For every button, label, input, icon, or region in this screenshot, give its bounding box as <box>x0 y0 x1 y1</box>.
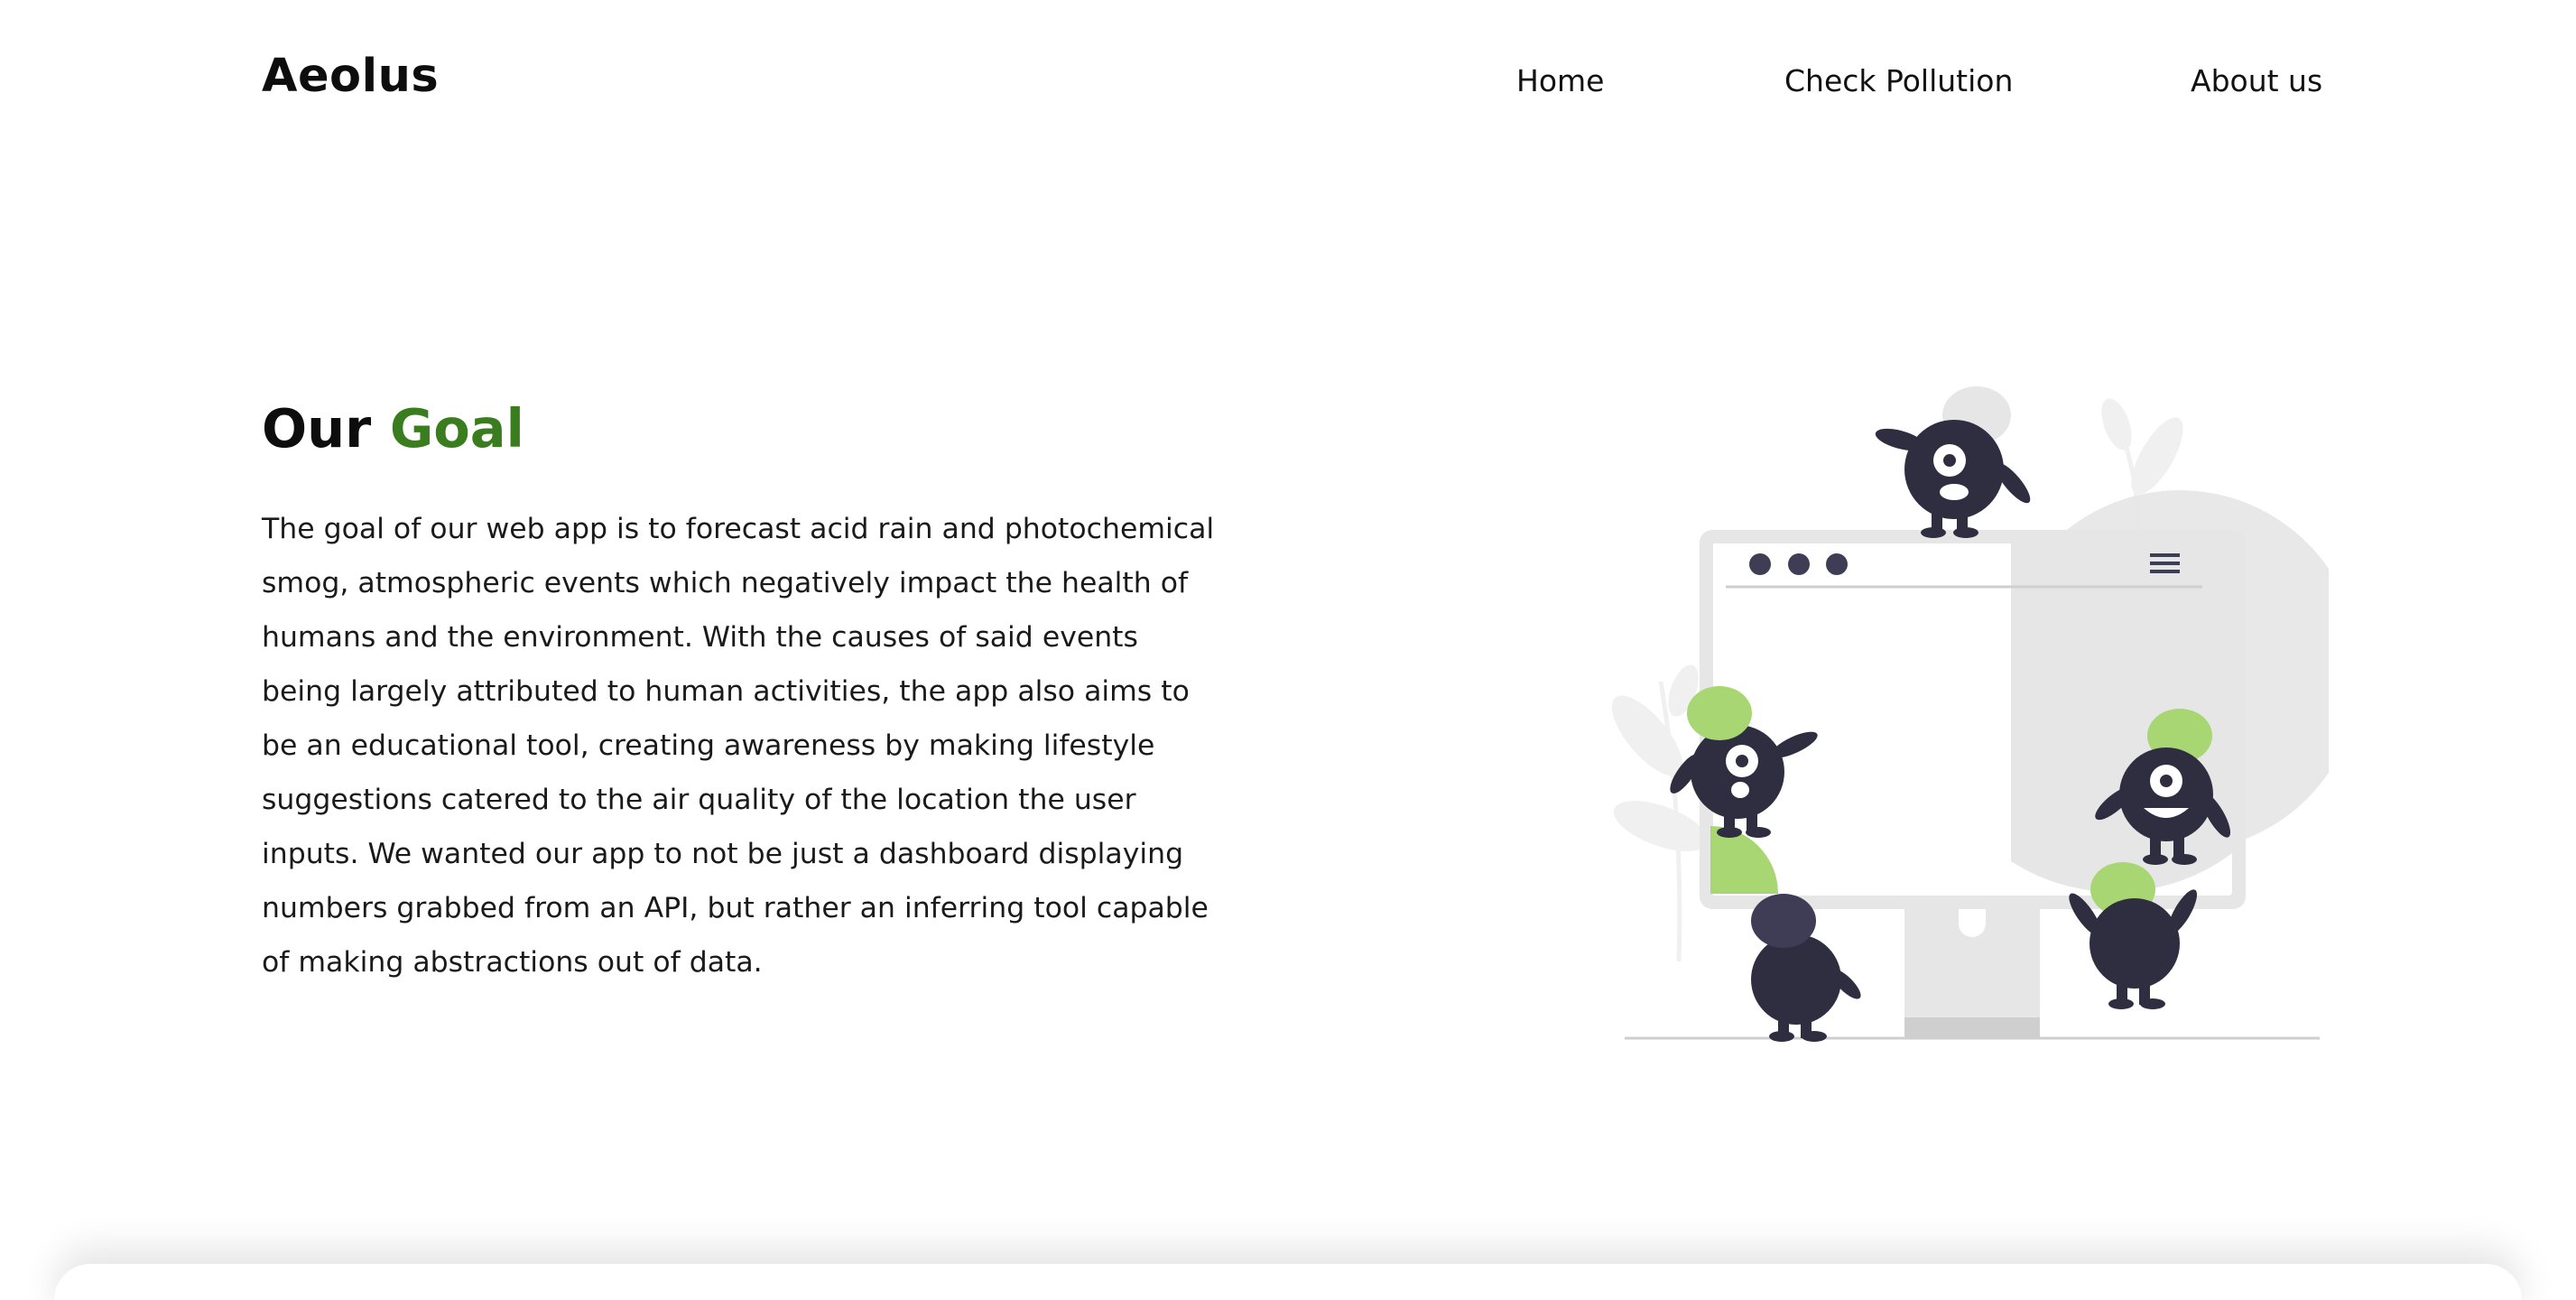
nav-link-about-us[interactable]: About us <box>2191 63 2322 98</box>
monster-bottom-icon <box>1751 894 1861 1042</box>
monster-top-icon <box>1875 386 2031 538</box>
goal-description: The goal of our web app is to forecast a… <box>262 513 1215 979</box>
page: Aeolus Home Check Pollution About us Our… <box>0 0 2576 1300</box>
main-nav: Home Check Pollution About us <box>0 63 2576 108</box>
nav-link-home[interactable]: Home <box>1516 63 1604 98</box>
goal-heading: Our Goal <box>262 397 524 460</box>
next-section-edge <box>54 1264 2522 1300</box>
window-dot-icon <box>1826 553 1848 575</box>
window-dot-icon <box>1788 553 1810 575</box>
window-dot-icon <box>1749 553 1771 575</box>
monsters-computer-illustration-icon <box>1611 386 2329 1042</box>
goal-heading-prefix: Our <box>262 397 372 460</box>
goal-heading-accent: Goal <box>389 397 524 460</box>
nav-link-check-pollution[interactable]: Check Pollution <box>1784 63 2013 98</box>
